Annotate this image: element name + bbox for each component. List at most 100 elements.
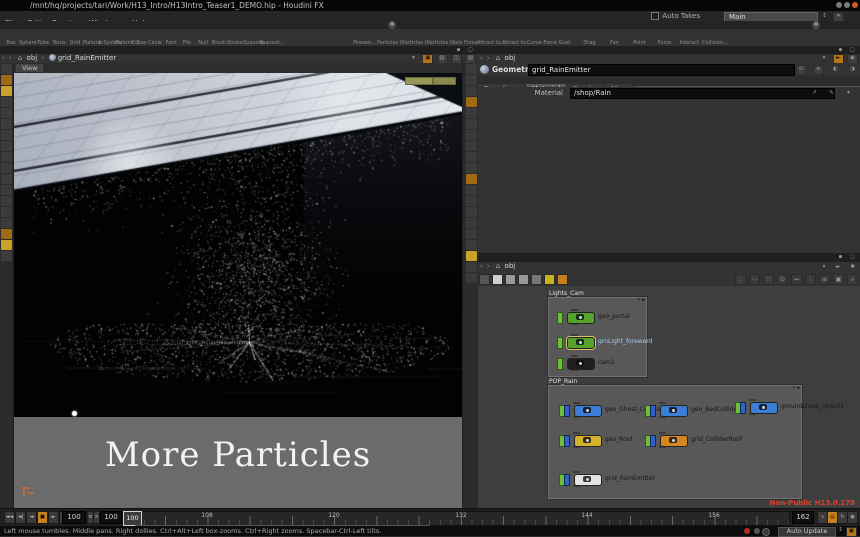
view-tab[interactable]: View [16, 64, 43, 72]
network-flag-icon-3[interactable] [518, 274, 529, 285]
network-view-icon-0[interactable]: ⌕ [847, 274, 858, 285]
shelf-gear-icon[interactable]: ✱ [812, 21, 820, 29]
toolbar-icon-14[interactable] [1, 218, 12, 228]
network-view-icon-6[interactable]: ∷ [763, 274, 774, 285]
toolbar-icon-15[interactable] [1, 229, 12, 239]
network-flag-icon-4[interactable] [531, 274, 542, 285]
node-selectable-flag[interactable] [564, 474, 570, 486]
netbox-pop-rain[interactable]: POP_Rain ▾ ▪ geo_Ghost_Collidergeo_BedCo… [548, 385, 802, 499]
open-floating-icon[interactable]: ✎ [826, 89, 837, 99]
node-selectable-flag[interactable] [564, 405, 570, 417]
toolbar-icon-4[interactable] [466, 108, 477, 118]
toolbar-icon-8[interactable] [466, 152, 477, 162]
network-flag-icon-1[interactable] [492, 274, 503, 285]
toolbar-icon-2[interactable] [1, 86, 12, 96]
play-reverse-button[interactable]: ◄ [26, 511, 37, 524]
network-view-icon-7[interactable]: ⋯ [749, 274, 760, 285]
node-selectable-flag[interactable] [740, 402, 746, 414]
network-editor-canvas[interactable]: Lights_Cam ▾ ▪ geo_portalgrnLight_forewa… [478, 286, 860, 508]
home-icon[interactable]: ⌂ [16, 54, 24, 63]
back-icon[interactable]: ‹ [478, 262, 485, 271]
search-icon[interactable]: ⊙ [796, 65, 807, 75]
toolbar-icon-2[interactable] [466, 86, 477, 96]
range-end-field[interactable]: 162 [792, 511, 814, 524]
node-body[interactable] [567, 358, 595, 370]
play-button[interactable]: ► [48, 511, 59, 524]
netbox-minimize-icon[interactable]: ▾ ▪ [638, 298, 646, 303]
toolbar-icon-14[interactable] [466, 218, 477, 228]
forward-icon[interactable]: › [485, 54, 492, 63]
network-view-icon-1[interactable]: ▣ [833, 274, 844, 285]
network-flag-icon-2[interactable] [505, 274, 516, 285]
back-icon[interactable]: ‹ [478, 54, 485, 63]
toolbar-icon-7[interactable] [466, 141, 477, 151]
node-body[interactable] [574, 435, 602, 447]
node-body[interactable] [750, 402, 778, 414]
gauge-icon[interactable]: ≋ [813, 65, 824, 75]
network-view-icon-4[interactable]: ↔ [791, 274, 802, 285]
toolbar-icon-8[interactable] [1, 152, 12, 162]
back-icon[interactable]: ‹ [0, 54, 7, 63]
toolbar-icon-15[interactable] [466, 229, 477, 239]
toolbar-icon-17[interactable] [1, 251, 12, 261]
network-flag-icon-6[interactable] [557, 274, 568, 285]
forward-icon[interactable]: › [7, 54, 14, 63]
node-display-flag[interactable] [557, 337, 563, 349]
node-display-flag[interactable] [557, 358, 563, 370]
toolbar-icon-13[interactable] [1, 207, 12, 217]
node-selectable-flag[interactable] [650, 405, 656, 417]
toolbar-icon-19[interactable] [466, 273, 477, 283]
help-icon[interactable]: ◐ [830, 65, 841, 75]
memory-icon[interactable] [754, 528, 760, 534]
toolbar-icon-11[interactable] [1, 185, 12, 195]
toolbar-icon-7[interactable] [1, 141, 12, 151]
maximize-icon[interactable] [844, 2, 850, 8]
toolbar-icon-3[interactable] [466, 97, 477, 107]
stop-button[interactable]: ■ [37, 511, 48, 524]
toolbar-icon-0[interactable] [1, 64, 12, 74]
node-body[interactable] [660, 405, 688, 417]
node-body[interactable] [567, 337, 595, 349]
toolbar-icon-13[interactable] [466, 207, 477, 217]
node-body[interactable] [574, 474, 602, 486]
network-view-icon-2[interactable]: ≡ [819, 274, 830, 285]
toolbar-icon-9[interactable] [466, 163, 477, 173]
toolbar-icon-12[interactable] [1, 196, 12, 206]
toolbar-icon-1[interactable] [466, 75, 477, 85]
current-frame-indicator[interactable]: 100 [123, 511, 142, 526]
node-selectable-flag[interactable] [564, 435, 570, 447]
update-stepper-icon[interactable]: ↕ [835, 526, 846, 536]
toolbar-icon-11[interactable] [466, 185, 477, 195]
network-view-icon-8[interactable]: : [735, 274, 746, 285]
checkbox-icon[interactable] [651, 12, 659, 20]
minimize-icon[interactable] [836, 2, 842, 8]
toolbar-icon-6[interactable] [1, 130, 12, 140]
home-icon[interactable]: ⌂ [494, 54, 502, 63]
network-view-icon-5[interactable]: ⊙ [777, 274, 788, 285]
message-log-icon[interactable] [744, 528, 750, 534]
toolbar-icon-16[interactable] [466, 240, 477, 250]
menu-arrow-icon[interactable]: ▾ [843, 89, 854, 99]
toolbar-icon-10[interactable] [466, 174, 477, 184]
netbox-lights-cam[interactable]: Lights_Cam ▾ ▪ geo_portalgrnLight_forewa… [548, 297, 647, 377]
node-display-flag[interactable] [557, 312, 563, 324]
timeline-ruler[interactable]: 108120132144156 100 [122, 511, 790, 526]
toolbar-icon-12[interactable] [466, 196, 477, 206]
node-body[interactable] [567, 312, 595, 324]
auto-takes-toggle[interactable]: Auto Takes [651, 12, 700, 21]
toolbar-icon-17[interactable] [466, 251, 477, 261]
toolbar-icon-9[interactable] [1, 163, 12, 173]
toolbar-icon-18[interactable] [466, 262, 477, 272]
home-icon[interactable]: ⌂ [494, 262, 502, 271]
breadcrumb-node[interactable]: grid_RainEmitter [58, 54, 116, 62]
toolbar-icon-1[interactable] [1, 75, 12, 85]
material-path-field[interactable]: /shop/Rain [570, 88, 835, 99]
toolbar-icon-0[interactable] [466, 64, 477, 74]
network-flag-icon-5[interactable] [544, 274, 555, 285]
range-slider-icon[interactable]: × [93, 511, 100, 524]
jump-start-button[interactable]: ◄◄ [4, 511, 15, 524]
toolbar-icon-4[interactable] [1, 108, 12, 118]
range-subend-field[interactable]: 100 [100, 511, 122, 524]
forward-icon[interactable]: › [485, 262, 492, 271]
node-body[interactable] [660, 435, 688, 447]
